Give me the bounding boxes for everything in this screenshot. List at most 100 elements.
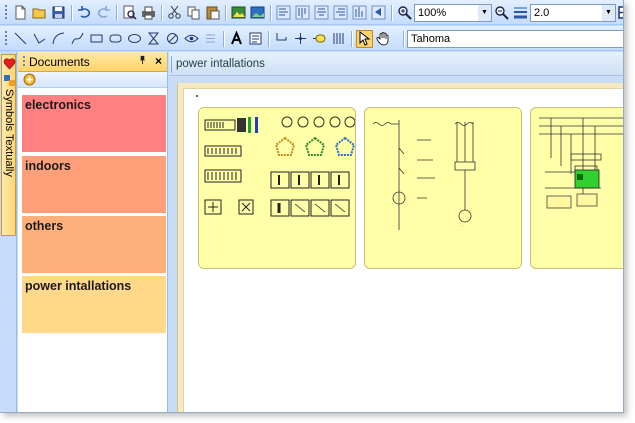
align-top-button[interactable] bbox=[294, 4, 311, 22]
grid-button[interactable] bbox=[617, 4, 623, 22]
no-symbol-tool-button[interactable] bbox=[164, 30, 181, 48]
arc-tool-button[interactable] bbox=[50, 30, 67, 48]
lamp-tool-button[interactable] bbox=[311, 30, 328, 48]
undo-icon bbox=[78, 6, 91, 18]
paragraph-icon bbox=[249, 32, 262, 45]
select-pointer-button[interactable] bbox=[356, 29, 373, 48]
line-width-button[interactable] bbox=[512, 4, 529, 22]
page-thumbnail-1[interactable] bbox=[198, 107, 356, 269]
insert-picture-button[interactable] bbox=[249, 4, 266, 22]
document-item[interactable]: power intallations bbox=[22, 276, 166, 333]
toolbar-separator bbox=[225, 4, 226, 21]
copy-button[interactable] bbox=[185, 4, 202, 22]
toolbar-separator bbox=[161, 4, 162, 21]
new-document-button[interactable] bbox=[12, 4, 29, 22]
undo-button[interactable] bbox=[76, 4, 93, 22]
pin-icon[interactable] bbox=[138, 55, 147, 67]
paragraph-tool-button[interactable] bbox=[247, 30, 264, 48]
tab-divider bbox=[171, 56, 172, 73]
toolbar-grip[interactable] bbox=[4, 4, 8, 21]
connector-tool-button[interactable] bbox=[273, 30, 290, 48]
chevron-down-icon[interactable]: ▼ bbox=[478, 4, 491, 21]
redo-button[interactable] bbox=[95, 4, 112, 22]
rounded-rectangle-tool-button[interactable] bbox=[107, 30, 124, 48]
connector-icon bbox=[276, 33, 287, 41]
ellipse-icon bbox=[128, 34, 141, 43]
distribute-button[interactable] bbox=[370, 4, 387, 22]
document-item[interactable]: others bbox=[22, 216, 166, 273]
toolbar-grip[interactable] bbox=[4, 30, 8, 47]
documents-toolbar bbox=[18, 72, 167, 88]
insert-image-button[interactable] bbox=[230, 4, 247, 22]
line-width-value: 2.0 bbox=[534, 6, 550, 19]
document-item-label: indoors bbox=[25, 159, 71, 173]
open-button[interactable] bbox=[31, 4, 48, 22]
text-letter-icon bbox=[231, 31, 242, 45]
symbols-icon bbox=[4, 75, 15, 86]
hourglass-tool-button[interactable] bbox=[145, 30, 162, 48]
align-bottom-button[interactable] bbox=[351, 4, 368, 22]
scissors-icon bbox=[168, 5, 181, 19]
align-center-button[interactable] bbox=[313, 4, 330, 22]
documents-panel-title: Documents bbox=[29, 54, 90, 69]
drawing-canvas[interactable]: ... ... bbox=[183, 88, 623, 412]
line-width-combo[interactable]: 2.0 ▼ bbox=[530, 3, 616, 22]
rectangle-tool-button[interactable] bbox=[88, 30, 105, 48]
junction-tool-button[interactable] bbox=[292, 30, 309, 48]
document-item[interactable]: electronics bbox=[22, 95, 166, 152]
font-family-combo[interactable]: Tahoma ▼ bbox=[407, 29, 623, 48]
lines-tool-button[interactable] bbox=[202, 30, 219, 48]
eye-tool-button[interactable] bbox=[183, 30, 200, 48]
toolbar-separator bbox=[403, 30, 404, 47]
zoom-button[interactable] bbox=[396, 4, 413, 22]
no-symbol-icon bbox=[167, 33, 178, 44]
page-thumbnail-3[interactable] bbox=[530, 107, 623, 269]
page-thumbnail-2[interactable]: ... ... bbox=[364, 107, 522, 269]
line-tool-button[interactable] bbox=[12, 30, 29, 48]
toolbar-separator bbox=[391, 4, 392, 21]
toolbar-separator bbox=[351, 30, 352, 47]
print-preview-button[interactable] bbox=[121, 4, 138, 22]
align-center-icon bbox=[314, 5, 329, 20]
text-tool-button[interactable] bbox=[228, 30, 245, 48]
arc-icon bbox=[52, 32, 65, 45]
bus-tool-button[interactable] bbox=[330, 30, 347, 48]
heart-icon bbox=[3, 58, 16, 70]
pan-hand-button[interactable] bbox=[375, 30, 392, 48]
line-width-icon bbox=[514, 7, 527, 19]
symbols-textually-tab[interactable]: Symbols Textually bbox=[1, 54, 16, 236]
open-folder-icon bbox=[32, 8, 46, 19]
ellipse-tool-button[interactable] bbox=[126, 30, 143, 48]
paste-clipboard-icon bbox=[206, 6, 220, 20]
zoom-combo[interactable]: 100% ▼ bbox=[414, 3, 492, 22]
polyline-tool-button[interactable] bbox=[31, 30, 48, 48]
close-panel-icon[interactable]: × bbox=[155, 54, 162, 68]
copy-icon bbox=[187, 6, 200, 20]
save-button[interactable] bbox=[50, 4, 67, 22]
magnifier-icon bbox=[398, 6, 412, 20]
eye-icon bbox=[184, 34, 199, 43]
panel-grip[interactable] bbox=[22, 55, 26, 68]
tab-power-intallations[interactable]: power intallations bbox=[176, 58, 265, 70]
cut-button[interactable] bbox=[166, 4, 183, 22]
documents-panel-header: Documents × bbox=[18, 52, 167, 72]
add-document-icon[interactable] bbox=[23, 73, 36, 86]
distribute-icon bbox=[371, 5, 386, 20]
align-left-button[interactable] bbox=[275, 4, 292, 22]
image-icon bbox=[231, 6, 246, 19]
document-item[interactable]: indoors bbox=[22, 156, 166, 213]
zoom-out-button[interactable] bbox=[493, 4, 510, 22]
circuit-diagram-drawing: ... ... bbox=[372, 120, 476, 230]
chevron-down-icon[interactable]: ▼ bbox=[602, 4, 615, 21]
drawing-canvas-frame: ... ... bbox=[177, 83, 623, 412]
curve-tool-button[interactable] bbox=[69, 30, 86, 48]
toolbar-separator bbox=[116, 4, 117, 21]
paste-button[interactable] bbox=[204, 4, 221, 22]
lamp-icon bbox=[313, 34, 326, 43]
junction-icon bbox=[295, 33, 306, 44]
canvas-marker bbox=[196, 95, 198, 97]
control-panel-drawing bbox=[539, 117, 623, 209]
print-button[interactable] bbox=[140, 4, 157, 22]
rounded-rectangle-icon bbox=[109, 34, 122, 43]
align-right-button[interactable] bbox=[332, 4, 349, 22]
